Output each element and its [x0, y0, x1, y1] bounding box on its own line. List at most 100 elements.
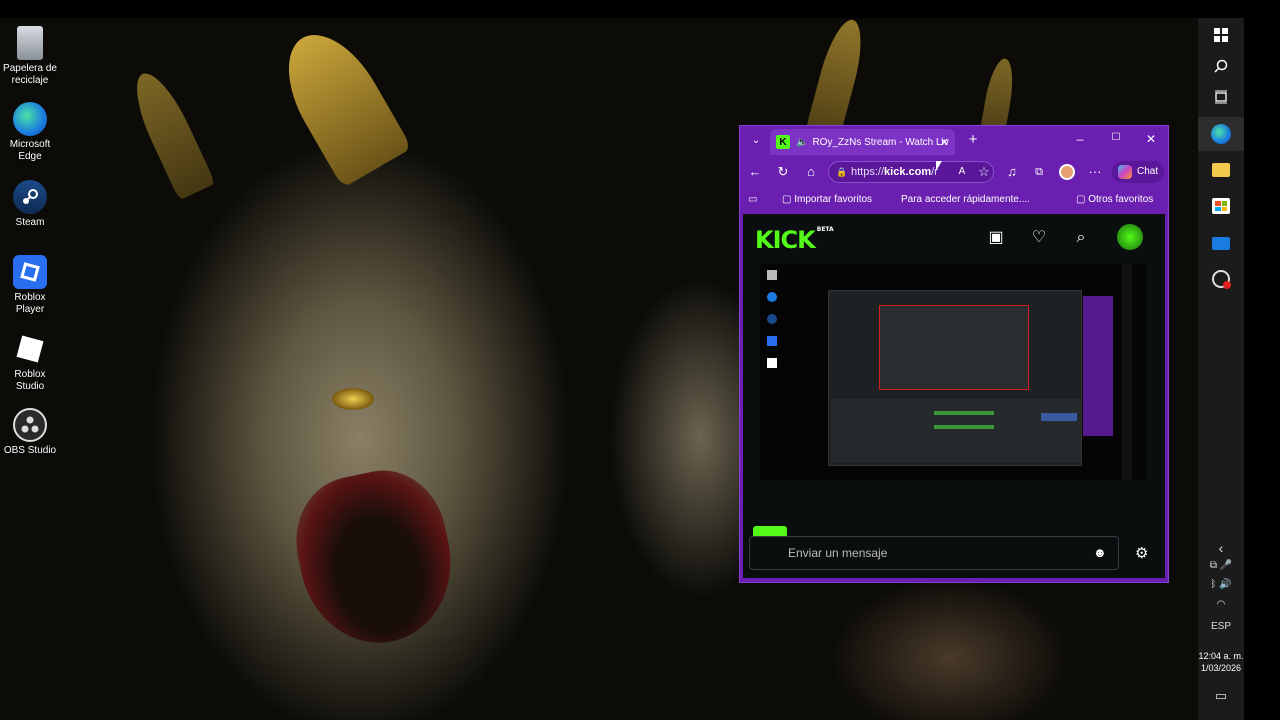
browser-window: ⌄ K 🔈 ROy_ZzNs Stream - Watch Liv ✕ + – …: [739, 125, 1169, 583]
home-button[interactable]: ⌂: [803, 164, 819, 180]
taskbar-mail[interactable]: [1198, 228, 1244, 258]
desktop-icon-label: Microsoft Edge: [9, 139, 51, 162]
maximize-button[interactable]: ☐: [1106, 132, 1126, 150]
search-icon[interactable]: ⌕: [1071, 228, 1091, 248]
close-window-button[interactable]: ✕: [1141, 132, 1161, 150]
favorite-star-icon[interactable]: ☆: [976, 164, 992, 180]
tray-bluetooth-volume[interactable]: ᛒ 🔊: [1198, 579, 1244, 590]
desktop-icon-label: Roblox Player: [14, 292, 46, 315]
import-favorites-link[interactable]: ▢ Importar favoritos: [782, 194, 872, 205]
taskbar: ‹ ⧉ 🎤 ᛒ 🔊 ◠ ESP ▭: [1198, 18, 1244, 720]
kick-logo[interactable]: KICK BETA: [755, 226, 834, 254]
roblox-player-icon: [13, 255, 47, 289]
close-tab-icon[interactable]: ✕: [940, 136, 949, 149]
task-view-button[interactable]: [1198, 82, 1244, 112]
import-favorites-label: Importar favoritos: [794, 194, 873, 205]
tray-icons[interactable]: ⧉ 🎤: [1198, 560, 1244, 571]
desktop-icon-label: Steam: [15, 217, 45, 228]
taskbar-file-explorer[interactable]: [1198, 155, 1244, 185]
url-domain: kick.com: [884, 166, 932, 178]
new-tab-button[interactable]: +: [963, 131, 983, 149]
search-button[interactable]: [1198, 51, 1244, 81]
desktop-icon-edge[interactable]: Microsoft Edge: [0, 102, 60, 163]
browser-tab[interactable]: K 🔈 ROy_ZzNs Stream - Watch Liv ✕: [770, 129, 955, 155]
wifi-icon[interactable]: ◠: [1198, 599, 1244, 610]
profile-avatar[interactable]: [1059, 164, 1075, 180]
other-favorites-link[interactable]: ▢ Otros favoritos: [1076, 194, 1153, 205]
recycle-bin-icon: [17, 26, 43, 60]
taskbar-edge[interactable]: [1198, 117, 1244, 151]
taskbar-store[interactable]: [1198, 191, 1244, 221]
clock-date: 1/03/2026: [1200, 663, 1242, 673]
windows-icon: [1214, 28, 1228, 42]
more-menu-icon[interactable]: ···: [1087, 164, 1103, 180]
stream-video-player[interactable]: [760, 264, 1146, 480]
mask-horn: [805, 18, 870, 141]
desktop-icon-label: Papelera de reciclaje: [3, 63, 57, 86]
back-button[interactable]: ←: [747, 164, 763, 180]
read-aloud-icon[interactable]: A: [954, 164, 970, 180]
following-heart-icon[interactable]: ♡: [1029, 228, 1049, 248]
roblox-studio-icon: [13, 332, 47, 366]
screenshot-icon[interactable]: ⧉: [1031, 164, 1047, 180]
other-favorites-label: Otros favoritos: [1088, 194, 1154, 205]
kick-logo-badge: BETA: [816, 226, 834, 233]
user-avatar[interactable]: [1117, 224, 1143, 250]
edge-icon: [1211, 124, 1231, 144]
clock[interactable]: 12:04 a. m. 1/03/2026: [1198, 650, 1244, 674]
tab-title: ROy_ZzNs Stream - Watch Liv: [812, 136, 949, 148]
tab-bar: ⌄ K 🔈 ROy_ZzNs Stream - Watch Liv ✕ + – …: [740, 126, 1168, 156]
mask-mouth: [283, 459, 467, 657]
refresh-button[interactable]: ↻: [775, 164, 791, 180]
mask-eye: [332, 388, 374, 410]
chat-button-label: Chat: [1137, 166, 1159, 177]
obs-icon: [13, 408, 47, 442]
browse-icon[interactable]: ▣: [986, 228, 1006, 248]
video-content-browser: [1083, 296, 1113, 436]
lock-icon: 🔒: [836, 167, 848, 177]
emoji-icon[interactable]: ☻: [1093, 545, 1107, 560]
task-view-icon: [1215, 90, 1227, 104]
url-prefix: https://: [851, 166, 885, 178]
chat-message-input[interactable]: Enviar un mensaje: [749, 536, 1119, 570]
mouse-cursor: [936, 161, 942, 171]
quick-access-link[interactable]: Para acceder rápidamente....: [901, 194, 1030, 205]
mask-horn: [267, 18, 413, 188]
desktop-icon-recycle-bin[interactable]: Papelera de reciclaje: [0, 26, 60, 87]
notification-center-button[interactable]: ▭: [1198, 688, 1244, 704]
copilot-icon: [1118, 165, 1132, 179]
chat-settings-gear-icon[interactable]: ⚙: [1135, 544, 1148, 562]
extensions-icon[interactable]: ♫: [1004, 164, 1020, 180]
kick-logo-text: KICK: [755, 226, 816, 254]
desktop-icon-roblox-studio[interactable]: Roblox Studio: [0, 332, 60, 393]
collections-icon[interactable]: ▭: [748, 194, 757, 205]
language-indicator[interactable]: ESP: [1198, 621, 1244, 632]
favorites-bar: ▭ ▢ Importar favoritos Para acceder rápi…: [740, 188, 1168, 212]
kick-page: KICK BETA ▣ ♡ ⌕ Enviar un mensaje ☻ ⚙: [743, 214, 1165, 578]
video-content-taskbar: [1122, 264, 1132, 480]
start-button[interactable]: [1198, 20, 1244, 50]
steam-icon: [13, 180, 47, 214]
minimize-button[interactable]: –: [1070, 132, 1090, 150]
obs-icon: [1212, 270, 1231, 289]
search-icon: [1214, 59, 1228, 73]
address-bar: ← ↻ ⌂ 🔒 https://kick.com/r A ☆ ♫ ⧉ ··· C…: [740, 158, 1168, 186]
video-content-desktop-icons: [764, 268, 780, 398]
desktop-icon-label: OBS Studio: [3, 445, 57, 456]
folder-icon: [1212, 163, 1230, 177]
edge-icon: [13, 102, 47, 136]
mask-horn: [124, 65, 216, 201]
clock-time: 12:04 a. m.: [1198, 651, 1244, 661]
copilot-chat-button[interactable]: Chat: [1112, 161, 1164, 183]
audio-icon[interactable]: 🔈: [796, 137, 808, 148]
mail-icon: [1212, 236, 1230, 250]
taskbar-obs[interactable]: [1198, 264, 1244, 294]
store-icon: [1212, 198, 1230, 214]
desktop-icon-roblox-player[interactable]: Roblox Player: [0, 255, 60, 316]
desktop-icon-label: Roblox Studio: [14, 369, 46, 392]
desktop-icon-steam[interactable]: Steam: [0, 180, 60, 229]
tab-actions-button[interactable]: ⌄: [748, 133, 764, 149]
show-hidden-icons-button[interactable]: ‹: [1198, 540, 1244, 556]
video-content-obs-window: [828, 290, 1082, 466]
desktop-icon-obs[interactable]: OBS Studio: [0, 408, 60, 457]
